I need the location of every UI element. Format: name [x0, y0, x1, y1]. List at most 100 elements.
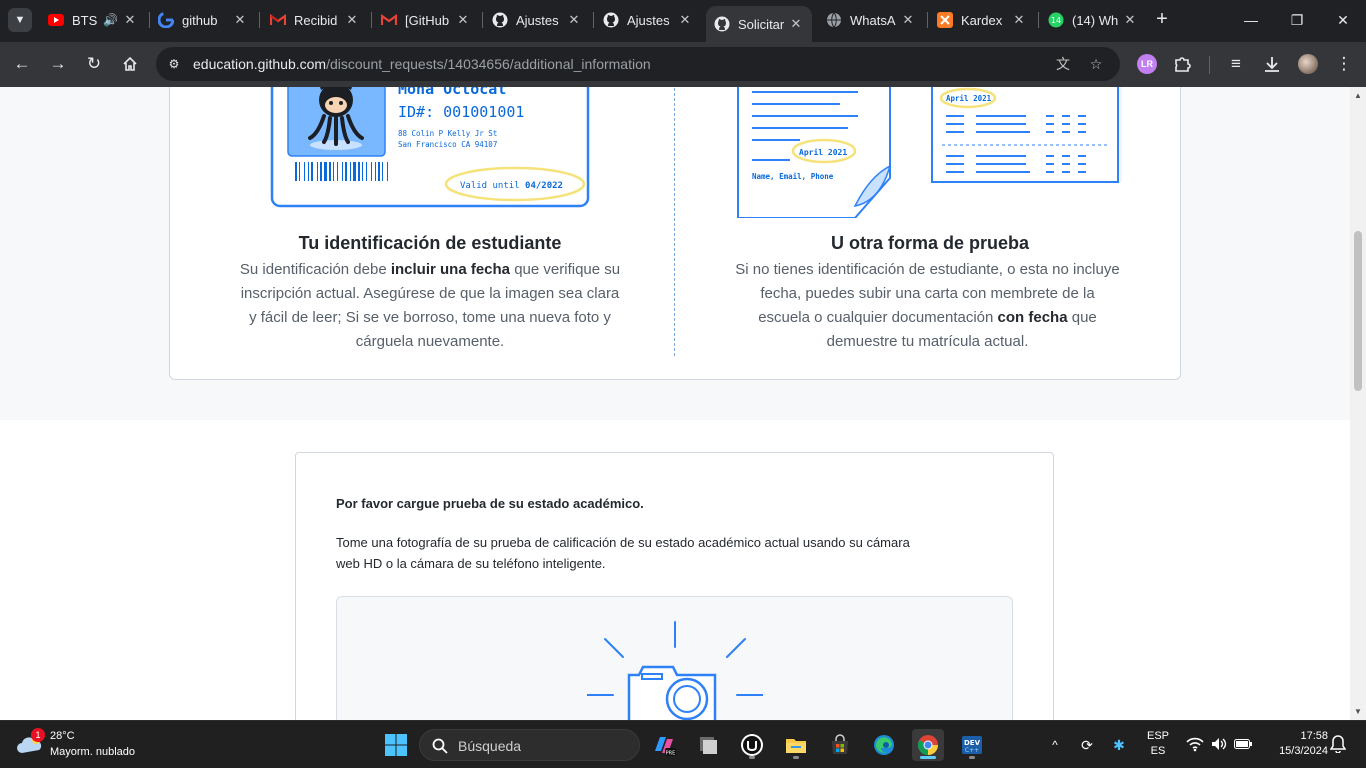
- close-icon[interactable]: ✕: [122, 12, 138, 28]
- url-text[interactable]: education.github.com/discount_requests/1…: [193, 56, 651, 72]
- tab-gmail-github[interactable]: [GitHub ✕: [373, 6, 479, 34]
- taskbar-search[interactable]: Búsqueda: [419, 729, 640, 761]
- upload-title: Por favor cargue prueba de su estado aca…: [336, 496, 644, 511]
- close-icon[interactable]: ✕: [1011, 12, 1027, 28]
- clock[interactable]: 17:58 15/3/2024: [1262, 721, 1328, 768]
- file-explorer-app[interactable]: [780, 729, 812, 761]
- upload-card: Por favor cargue prueba de su estado aca…: [295, 452, 1054, 720]
- id-card-address-1: 88 Colin P Kelly Jr St: [398, 129, 497, 138]
- plus-icon: +: [1156, 8, 1168, 30]
- id-card-address-2: San Francisco CA 94107: [398, 140, 497, 149]
- close-icon[interactable]: ✕: [1122, 12, 1138, 28]
- folder-icon: [786, 739, 806, 753]
- xampp-icon: [937, 12, 953, 28]
- notification-bell-icon[interactable]: [1330, 735, 1346, 753]
- quick-settings[interactable]: [1182, 733, 1254, 757]
- chevron-down-icon: ▼: [14, 14, 26, 26]
- close-icon[interactable]: ✕: [900, 12, 916, 28]
- reload-button[interactable]: ↻: [82, 52, 106, 76]
- bluetooth-icon[interactable]: ✱: [1108, 721, 1130, 768]
- url-path: /discount_requests/14034656/additional_i…: [326, 56, 651, 72]
- dev-cpp-app[interactable]: DEV C++: [956, 729, 988, 761]
- scroll-down-arrow[interactable]: ▼: [1350, 707, 1366, 716]
- gmail-icon: [270, 12, 286, 28]
- edge-app[interactable]: [868, 729, 900, 761]
- extension-lr-icon[interactable]: LR: [1137, 54, 1157, 74]
- tab-gmail-recibidos[interactable]: Recibid ✕: [262, 6, 368, 34]
- translate-icon[interactable]: 文: [1053, 54, 1073, 74]
- browser-toolbar: ← → ↻ ⚙ education.github.com/discount_re…: [0, 42, 1366, 87]
- show-hidden-icons-button[interactable]: ^: [1044, 721, 1066, 768]
- tab-solicitar-active[interactable]: Solicitar ✕: [706, 6, 812, 42]
- task-view-app[interactable]: [692, 729, 724, 761]
- arrow-left-icon: ←: [13, 54, 31, 73]
- new-tab-button[interactable]: +: [1150, 8, 1174, 32]
- downloads-button[interactable]: [1260, 52, 1284, 76]
- chrome-app[interactable]: [912, 729, 944, 761]
- weather-description: Mayorm. nublado: [50, 746, 135, 758]
- tab-ajustes-1[interactable]: Ajustes ✕: [484, 6, 590, 34]
- copilot-app[interactable]: PRE: [648, 729, 680, 761]
- student-id-illustration: Mona Octocat ID#: 001001001 88 Colin P K…: [270, 87, 590, 208]
- transcript-date: April 2021: [946, 94, 992, 103]
- student-id-title: Tu identificación de estudiante: [298, 233, 562, 253]
- gmail-icon: [381, 12, 397, 28]
- address-bar[interactable]: ⚙ education.github.com/discount_requests…: [156, 47, 1120, 81]
- speaker-icon[interactable]: 🔊: [103, 13, 118, 27]
- close-window-button[interactable]: ✕: [1320, 6, 1366, 34]
- scrollbar-thumb[interactable]: [1354, 231, 1362, 391]
- chrome-icon: [917, 735, 938, 756]
- back-button[interactable]: ←: [10, 52, 34, 76]
- search-label: Búsqueda: [458, 738, 522, 754]
- scroll-up-arrow[interactable]: ▲: [1350, 91, 1366, 100]
- tab-whatsapp[interactable]: WhatsA ✕: [818, 6, 924, 34]
- tab-search-button[interactable]: ▼: [8, 8, 32, 32]
- forward-button[interactable]: →: [46, 52, 70, 76]
- id-card-number: ID#: 001001001: [398, 103, 524, 121]
- letter-date: April 2021: [799, 147, 847, 157]
- tab-github-search[interactable]: github ✕: [150, 6, 256, 34]
- home-button[interactable]: [118, 52, 142, 76]
- store-icon: [832, 734, 848, 754]
- tab-title: WhatsA: [850, 12, 896, 28]
- column-divider: [674, 87, 675, 356]
- windows-taskbar: 1 28°C Mayorm. nublado Búsqueda PRE DEV C…: [0, 720, 1366, 768]
- page-content: Mona Octocat ID#: 001001001 88 Colin P K…: [0, 87, 1350, 720]
- tab-title: (14) Wh: [1072, 12, 1118, 28]
- github-icon: [603, 12, 619, 28]
- site-info-icon[interactable]: ⚙: [164, 54, 184, 74]
- close-icon[interactable]: ✕: [677, 12, 693, 28]
- google-icon: [158, 12, 174, 28]
- id-card-name: Mona Octocat: [398, 87, 506, 98]
- tab-ajustes-2[interactable]: Ajustes ✕: [595, 6, 701, 34]
- page-scrollbar[interactable]: ▲ ▼: [1350, 87, 1366, 720]
- close-icon[interactable]: ✕: [788, 16, 804, 32]
- close-icon[interactable]: ✕: [455, 12, 471, 28]
- close-icon[interactable]: ✕: [344, 12, 360, 28]
- extensions-button[interactable]: [1170, 52, 1194, 76]
- close-icon[interactable]: ✕: [232, 12, 248, 28]
- tab-bts[interactable]: BTS 🔊 ✕: [40, 6, 146, 34]
- close-icon: ✕: [1337, 12, 1349, 28]
- tab-whatsapp-web[interactable]: 14 (14) Wh ✕: [1040, 6, 1146, 34]
- language-indicator[interactable]: ESP ES: [1140, 721, 1176, 768]
- tab-title: Recibid: [294, 12, 338, 28]
- media-control-button[interactable]: ≡: [1224, 52, 1248, 76]
- start-button[interactable]: [380, 729, 412, 761]
- student-id-description: Su identificación debe incluir una fecha…: [239, 261, 621, 350]
- tab-kardex[interactable]: Kardex ✕: [929, 6, 1035, 34]
- other-proof-title: U otra forma de prueba: [830, 233, 1030, 253]
- close-icon[interactable]: ✕: [566, 12, 582, 28]
- bookmark-star-icon[interactable]: ☆: [1086, 54, 1106, 74]
- tab-title: Ajustes: [516, 12, 559, 28]
- profile-avatar[interactable]: [1298, 54, 1318, 74]
- minimize-button[interactable]: —: [1228, 6, 1274, 34]
- unreal-engine-app[interactable]: [736, 729, 768, 761]
- microsoft-store-app[interactable]: [824, 729, 856, 761]
- arrow-right-icon: →: [49, 54, 67, 73]
- camera-capture-area[interactable]: [336, 596, 1013, 720]
- menu-button[interactable]: ⋮: [1332, 52, 1356, 76]
- copilot-icon: PRE: [655, 737, 676, 757]
- restore-button[interactable]: ❐: [1274, 6, 1320, 34]
- sync-icon[interactable]: ⟳: [1076, 721, 1098, 768]
